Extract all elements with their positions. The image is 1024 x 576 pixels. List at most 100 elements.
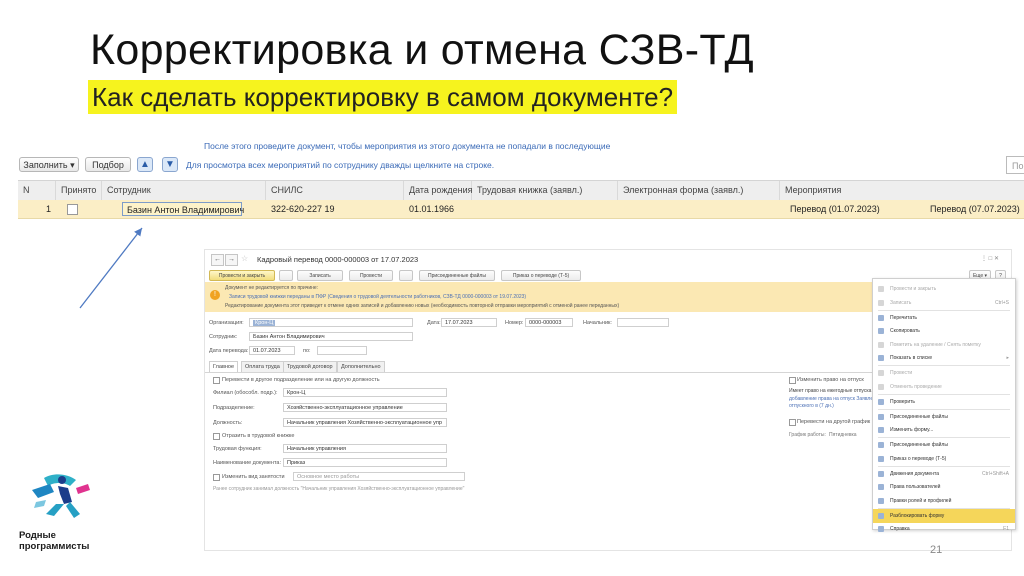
chief-field[interactable] bbox=[617, 318, 669, 327]
logo-line: Родные bbox=[19, 530, 56, 541]
doc-name-label: Наименование документа: bbox=[213, 460, 282, 466]
menu-item[interactable]: Скопировать bbox=[873, 324, 1015, 338]
org-label: Организация: bbox=[209, 320, 244, 326]
position-label: Должность: bbox=[213, 420, 243, 426]
menu-item[interactable]: Записать Ctrl+S bbox=[873, 296, 1015, 310]
window-controls[interactable]: ⋮ □ ✕ bbox=[981, 255, 999, 262]
transfer-date-field[interactable]: 01.07.2023 bbox=[249, 346, 295, 355]
transfer-date-label: Дата перевода: bbox=[209, 348, 249, 354]
menu-item[interactable]: Присоединенные файлы bbox=[873, 438, 1015, 452]
menu-item[interactable]: Движения документа Ctrl+Shift+A bbox=[873, 467, 1015, 481]
menu-item-label: Изменить форму... bbox=[890, 427, 934, 433]
back-icon[interactable]: ← bbox=[211, 254, 224, 266]
schedule-value: Пятидневка bbox=[829, 432, 857, 438]
menu-item[interactable]: Перечитать bbox=[873, 311, 1015, 325]
menu-item-label: Присоединенные файлы bbox=[890, 442, 948, 448]
menu-item-label: Права пользователей bbox=[890, 484, 941, 490]
to-label: по: bbox=[303, 348, 311, 354]
warning-line[interactable]: Записи трудовой книжки переданы в ПФР (С… bbox=[229, 294, 526, 300]
menu-item-icon bbox=[878, 355, 884, 361]
print-t5-button[interactable]: Приказ о переводе (Т-5) bbox=[501, 270, 581, 281]
position-field[interactable]: Начальник управления Хозяйственно-эксплу… bbox=[283, 418, 447, 427]
menu-item[interactable]: Проверить bbox=[873, 395, 1015, 409]
warning-line: Редактирование документа этот приведет к… bbox=[225, 303, 620, 309]
book-check-label: Отразить в трудовой книжке bbox=[222, 433, 295, 439]
menu-item-icon bbox=[878, 370, 884, 376]
runner-logo-icon bbox=[32, 474, 90, 518]
tab-main[interactable]: Главное bbox=[209, 361, 239, 372]
menu-item[interactable]: Изменить форму... bbox=[873, 423, 1015, 437]
date-label: Дата: bbox=[427, 320, 441, 326]
menu-item[interactable]: Разблокировать форму bbox=[873, 508, 1015, 523]
page-number: 21 bbox=[930, 544, 943, 556]
menu-item-label: Разблокировать форму bbox=[890, 512, 945, 519]
menu-item-icon bbox=[878, 341, 884, 348]
link-icon[interactable] bbox=[399, 270, 413, 281]
menu-item[interactable]: Права пользователей bbox=[873, 480, 1015, 494]
menu-item[interactable]: Провести bbox=[873, 366, 1015, 380]
employment-checkbox[interactable] bbox=[213, 474, 220, 481]
org-field[interactable]: Крон-Ц bbox=[249, 318, 413, 327]
menu-item-label: Отменить проведение bbox=[890, 383, 942, 390]
menu-item-label: Правки ролей и профилей bbox=[890, 497, 952, 504]
menu-item[interactable]: Пометить на удаление / Снять пометку bbox=[873, 338, 1015, 352]
menu-item[interactable]: Присоединенные файлы bbox=[873, 410, 1015, 424]
menu-item-label: Записать bbox=[890, 299, 912, 306]
schedule-check-label: Перевести на другой график bbox=[797, 419, 871, 425]
arrow-to-employee bbox=[79, 227, 143, 309]
vacation-link-2[interactable]: отпускного в (7 дн.) bbox=[789, 403, 834, 409]
menu-item-label: Показать в списке bbox=[890, 355, 933, 361]
branch-field[interactable]: Крон-Ц bbox=[283, 388, 447, 397]
employment-field[interactable]: Основное место работы bbox=[293, 472, 465, 481]
to-date-field[interactable] bbox=[317, 346, 367, 355]
tab-contract[interactable]: Трудовой договор bbox=[283, 361, 337, 372]
employment-check-label: Изменить вид занятости bbox=[222, 474, 285, 480]
menu-item-label: Провести и закрыть bbox=[890, 286, 937, 292]
menu-item-label: Проверить bbox=[890, 398, 916, 405]
post-button[interactable]: Провести bbox=[349, 270, 393, 281]
menu-item[interactable]: Показать в списке ▸ bbox=[873, 351, 1015, 365]
vacation-note: Имеет право на ежегодные отпуска bbox=[789, 388, 872, 394]
menu-item-icon bbox=[878, 484, 884, 490]
employee-label: Сотрудник: bbox=[209, 334, 238, 340]
attached-files-button[interactable]: Присоединенные файлы bbox=[419, 270, 495, 281]
menu-item-label: Пометить на удаление / Снять пометку bbox=[890, 341, 981, 348]
tab-payment[interactable]: Оплата труда bbox=[241, 361, 284, 372]
menu-item-shortcut: F1 bbox=[1003, 526, 1009, 532]
menu-item[interactable]: Отменить проведение bbox=[873, 380, 1015, 394]
employee-field[interactable]: Базин Антон Владимирович bbox=[249, 332, 413, 341]
vacation-link[interactable]: добавление права на отпуск Заявление bbox=[789, 396, 881, 402]
warning-icon: ! bbox=[210, 290, 220, 300]
labor-function-field[interactable]: Начальник управления bbox=[283, 444, 447, 453]
transfer-check-label: Перевести в другое подразделение или на … bbox=[222, 377, 380, 383]
labor-function-label: Трудовая функция: bbox=[213, 446, 262, 452]
doc-name-field[interactable]: Приказ bbox=[283, 458, 447, 467]
number-label: Номер: bbox=[505, 320, 524, 326]
transfer-checkbox[interactable] bbox=[213, 377, 220, 384]
menu-item[interactable]: Приказ о переводе (Т-5) bbox=[873, 452, 1015, 466]
save-icon[interactable] bbox=[279, 270, 293, 281]
menu-item-icon bbox=[878, 314, 884, 321]
post-and-close-button[interactable]: Провести и закрыть bbox=[209, 270, 275, 281]
date-field[interactable]: 17.07.2023 bbox=[441, 318, 497, 327]
forward-icon[interactable]: → bbox=[225, 254, 238, 266]
menu-item[interactable]: Правки ролей и профилей bbox=[873, 494, 1015, 508]
menu-item-label: Движения документа bbox=[890, 470, 939, 477]
division-field[interactable]: Хозяйственно-эксплуатационное управление bbox=[283, 403, 447, 412]
menu-item[interactable]: Провести и закрыть bbox=[873, 282, 1015, 296]
menu-item-icon bbox=[878, 455, 884, 462]
more-actions-menu: Провести и закрыть Записать Ctrl+S Перечита… bbox=[872, 278, 1016, 532]
menu-item-icon bbox=[878, 413, 884, 420]
menu-item-icon bbox=[878, 299, 884, 306]
menu-item-label: Перечитать bbox=[890, 314, 917, 321]
menu-item[interactable]: Справка F1 bbox=[873, 522, 1015, 536]
number-field[interactable]: 0000-000003 bbox=[525, 318, 573, 327]
menu-item-icon bbox=[878, 286, 884, 292]
vacation-check-label: Изменить право на отпуск bbox=[797, 377, 864, 383]
star-icon[interactable]: ☆ bbox=[241, 254, 248, 263]
vacation-checkbox[interactable] bbox=[789, 377, 796, 384]
book-checkbox[interactable] bbox=[213, 433, 220, 440]
schedule-checkbox[interactable] bbox=[789, 419, 796, 426]
tab-additional[interactable]: Дополнительно bbox=[337, 361, 385, 372]
save-button[interactable]: Записать bbox=[297, 270, 343, 281]
